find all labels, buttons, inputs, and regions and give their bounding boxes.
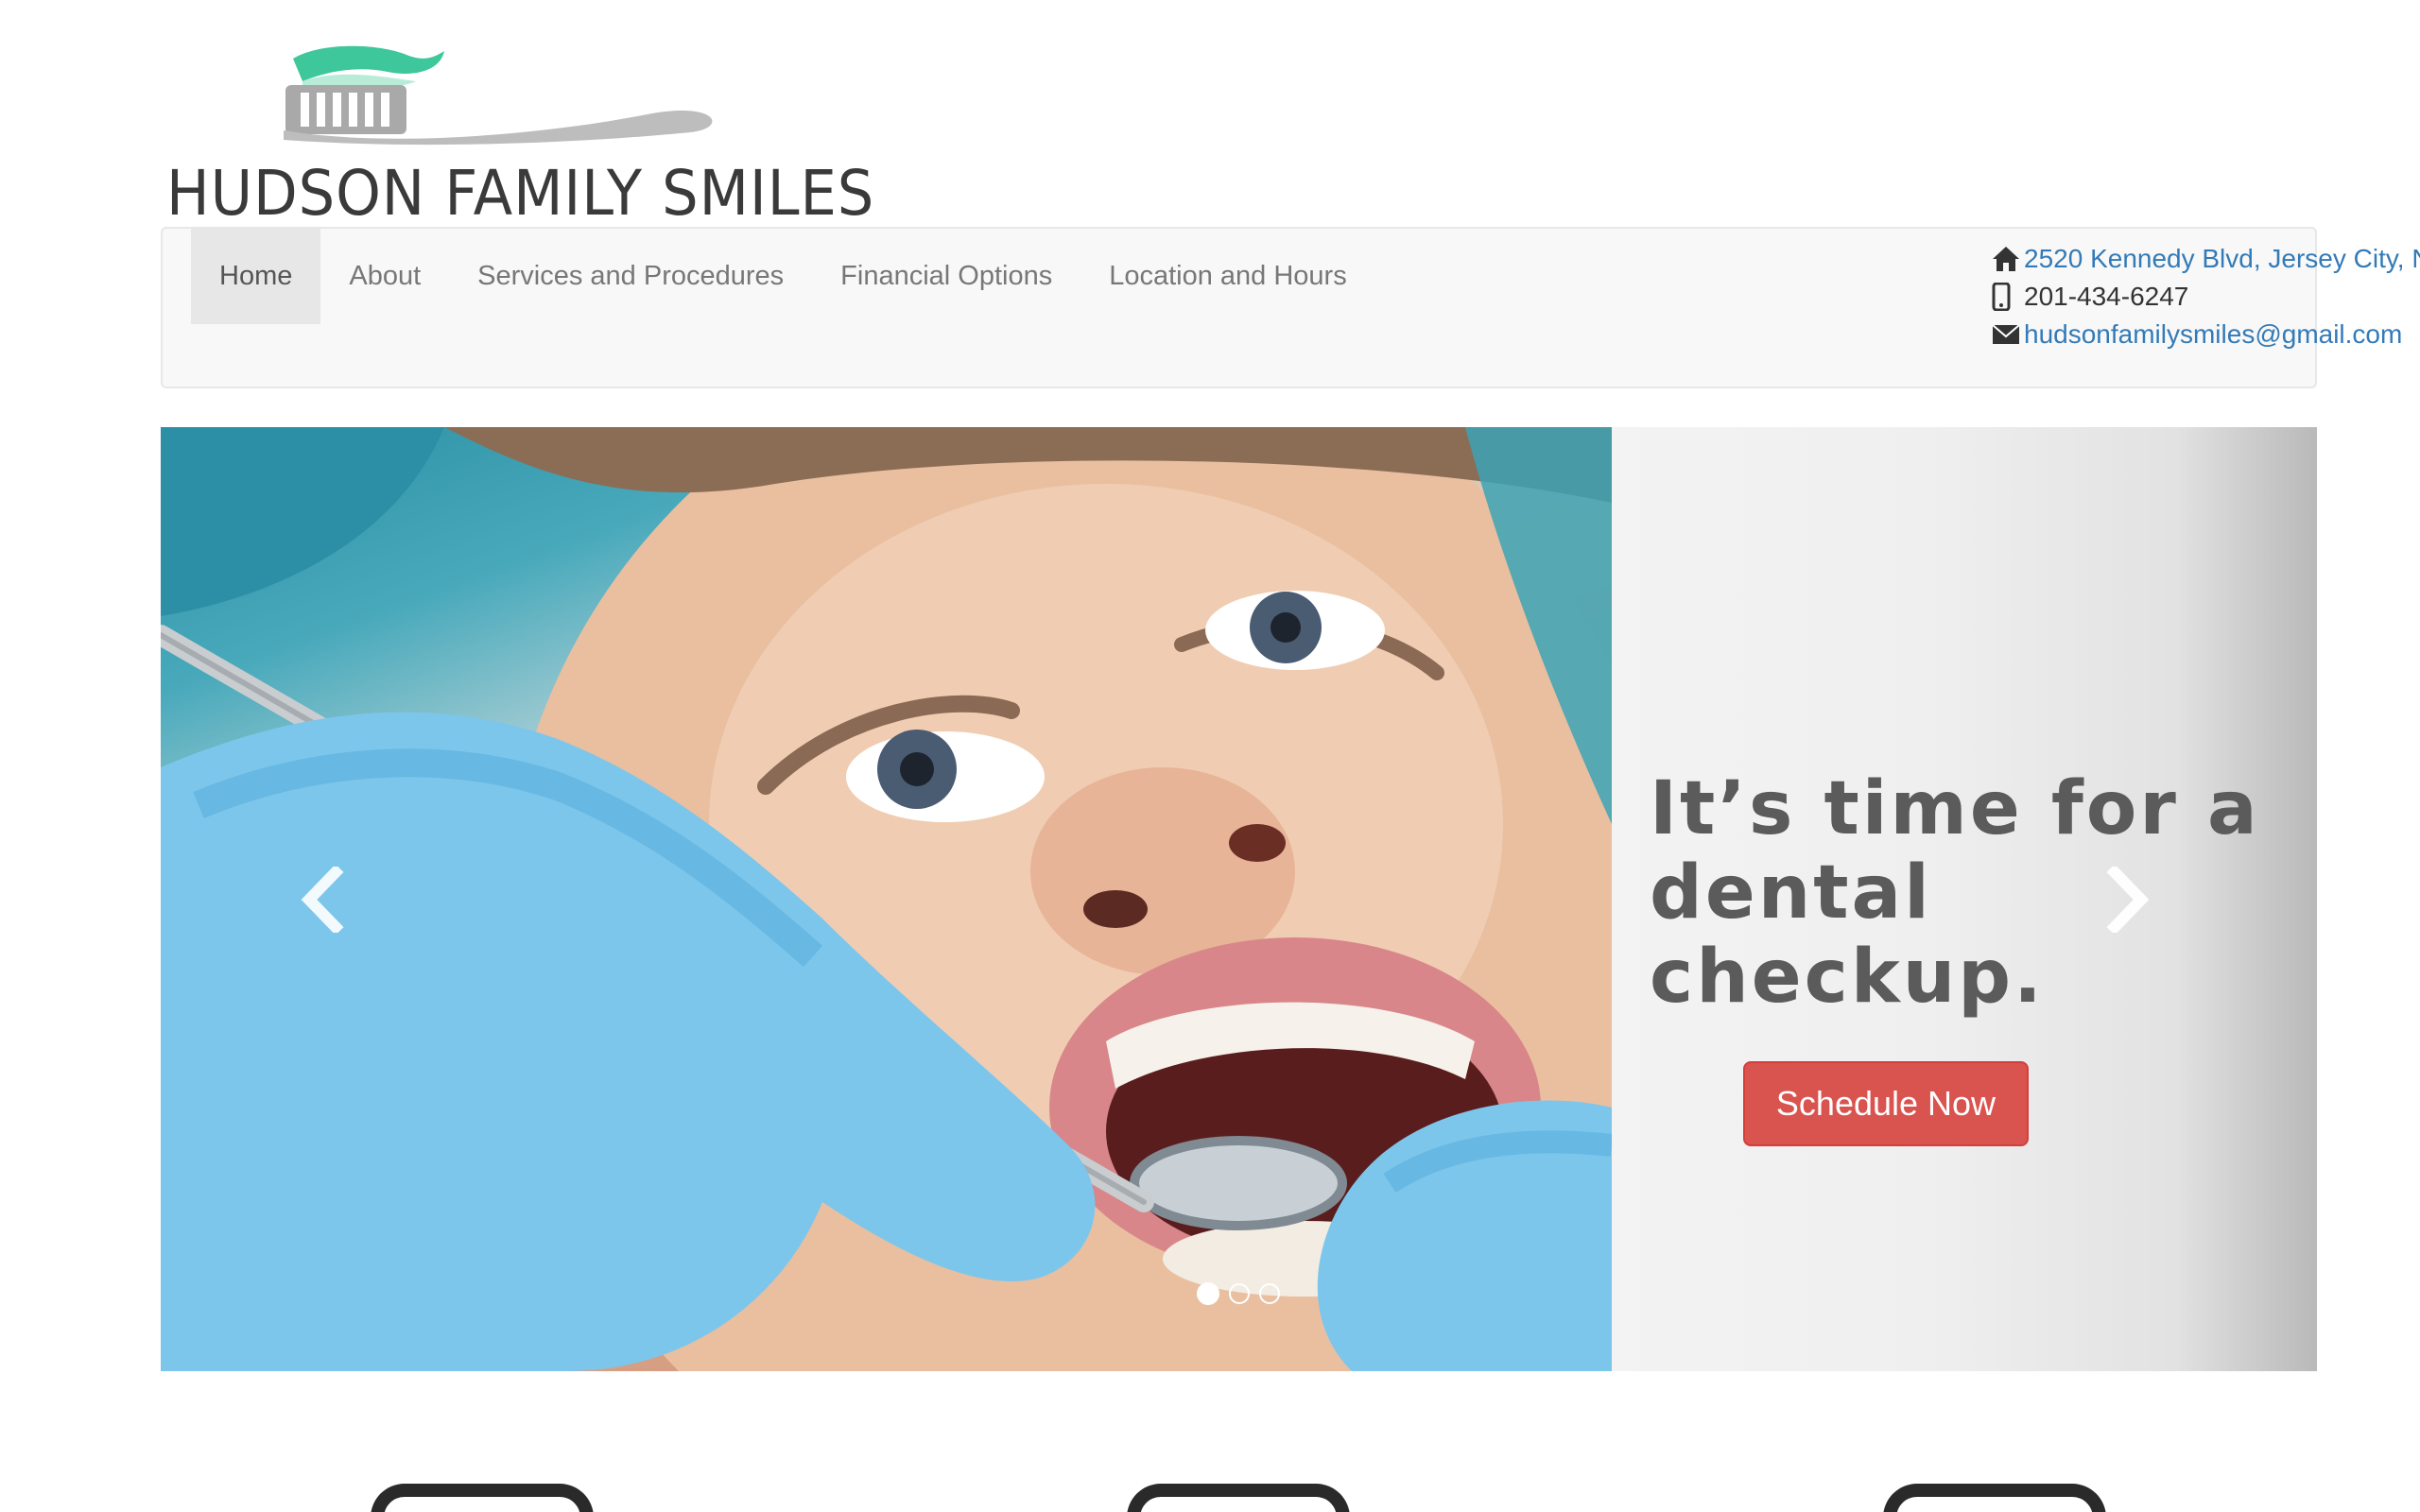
nav-item-home[interactable]: Home: [191, 229, 321, 324]
child-dental-exam-illustration: [161, 427, 1673, 1371]
carousel-indicator-3[interactable]: [1259, 1283, 1280, 1304]
hero-carousel: It’s time for a dental checkup. Schedule…: [161, 427, 2317, 1371]
carousel-indicator-1[interactable]: [1197, 1282, 1219, 1305]
contact-info: 2520 Kennedy Blvd, Jersey City, NJ 201-4…: [1992, 240, 2420, 353]
chevron-left-icon: [301, 867, 344, 933]
chevron-right-icon: [2106, 867, 2150, 933]
page: HUDSON FAMILY SMILES Home About Services…: [0, 0, 2420, 1512]
nav-item-financial-options[interactable]: Financial Options: [812, 229, 1080, 324]
navbar: Home About Services and Procedures Finan…: [161, 227, 2420, 388]
carousel-next-button[interactable]: [2082, 852, 2176, 947]
toothbrush-logo-icon: [284, 45, 713, 146]
nav-item-about[interactable]: About: [320, 229, 449, 324]
main-nav: Home About Services and Procedures Finan…: [191, 229, 1375, 324]
phone-number: 201-434-6247: [2024, 282, 2189, 311]
carousel-prev-button[interactable]: [274, 852, 369, 947]
logo-text: HUDSON FAMILY SMILES: [166, 157, 875, 230]
schedule-now-button[interactable]: Schedule Now: [1743, 1061, 2029, 1146]
service-icon-1[interactable]: [371, 1484, 594, 1512]
hero-headline: It’s time for a dental checkup.: [1650, 766, 2260, 1020]
phone-icon: [1992, 281, 2024, 313]
contact-address: 2520 Kennedy Blvd, Jersey City, NJ: [1992, 240, 2420, 278]
envelope-icon: [1992, 318, 2024, 351]
home-icon: [1992, 243, 2024, 275]
contact-phone: 201-434-6247: [1992, 278, 2420, 316]
hero-photo-dental-exam: [161, 427, 1673, 1371]
address-link[interactable]: 2520 Kennedy Blvd, Jersey City, NJ: [2024, 240, 2420, 278]
logo[interactable]: HUDSON FAMILY SMILES: [161, 38, 873, 230]
service-icon-3[interactable]: [1883, 1484, 2106, 1512]
carousel-indicators: [1197, 1282, 1280, 1305]
nav-item-location-hours[interactable]: Location and Hours: [1080, 229, 1375, 324]
nav-item-services[interactable]: Services and Procedures: [449, 229, 812, 324]
carousel-indicator-2[interactable]: [1229, 1283, 1250, 1304]
email-link[interactable]: hudsonfamilysmiles@gmail.com: [2024, 316, 2402, 353]
contact-email: hudsonfamilysmiles@gmail.com: [1992, 316, 2420, 353]
service-icon-2[interactable]: [1127, 1484, 1350, 1512]
